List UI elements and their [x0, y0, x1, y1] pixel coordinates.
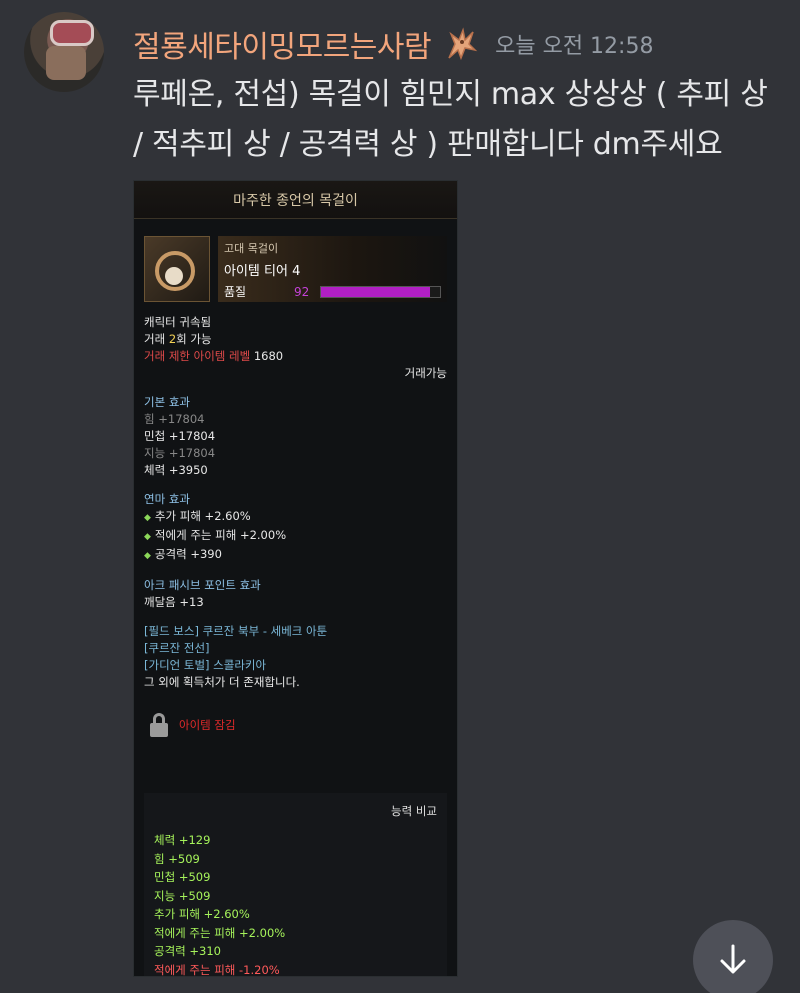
- trade-suffix: 회 가능: [176, 332, 212, 346]
- message-header: 절룡세타이밍모르는사람 오늘 오전 12:58: [133, 22, 653, 66]
- source-line: [쿠르잔 전선]: [144, 641, 210, 655]
- item-type: 고대 목걸이: [224, 242, 279, 255]
- message-text: 루페온, 전섭) 목걸이 힘민지 max 상상상 ( 추피 상 / 적추피 상 …: [133, 77, 768, 162]
- quality-value: 92: [294, 284, 310, 299]
- scroll-to-bottom-button[interactable]: [693, 920, 773, 993]
- lock-icon: [149, 713, 169, 737]
- avatar-hat: [50, 20, 94, 46]
- stat-compare-panel: 능력 비교 체력 +129 힘 +509 민첩 +509 지능 +509 추가 …: [144, 793, 447, 977]
- avatar-face: [46, 46, 86, 80]
- compare-line: 공격력 +310: [154, 944, 221, 958]
- enchant-effect-title: 연마 효과: [144, 492, 190, 506]
- tradeable-label: 거래가능: [404, 366, 447, 380]
- compare-line: 추가 피해 +2.60%: [154, 907, 250, 921]
- source-line: [가디언 토벌] 스콜라키아: [144, 658, 267, 672]
- message-timestamp: 오늘 오전 12:58: [495, 34, 654, 59]
- base-effect-title: 기본 효과: [144, 395, 190, 409]
- stat-line: 지능 +17804: [144, 446, 216, 460]
- compare-line: 지능 +509: [154, 888, 211, 903]
- item-tier: 아이템 티어 4: [224, 264, 301, 279]
- enchant-text: 적에게 주는 피해 +2.00%: [154, 528, 287, 542]
- quality-label: 품질: [224, 285, 247, 299]
- source-line: [필드 보스] 쿠르잔 북부 - 세베크 아툰: [144, 624, 328, 638]
- compare-line: 힘 +509: [154, 851, 200, 866]
- item-locked-label: 아이템 잠김: [179, 718, 236, 732]
- enchant-line: ◆ 공격력 +390: [144, 546, 447, 565]
- user-avatar[interactable]: [24, 12, 104, 92]
- trade-limit: 거래 제한 아이템 레벨 1680: [144, 348, 447, 365]
- lock-row: 아이템 잠김: [144, 713, 447, 737]
- arrow-down-icon: [720, 944, 746, 974]
- stat-line: 힘 +17804: [144, 412, 205, 426]
- bound-status: 캐릭터 귀속됨: [144, 315, 212, 329]
- stat-line: 민첩 +17804: [144, 429, 216, 443]
- ark-passive-title: 아크 패시브 포인트 효과: [144, 578, 261, 592]
- ark-passive-value: 깨달음 +13: [144, 595, 204, 609]
- source-more: 그 외에 획득처가 더 존재합니다.: [144, 675, 300, 689]
- quality-bar: [320, 285, 441, 298]
- username[interactable]: 절룡세타이밍모르는사람: [133, 22, 432, 66]
- trade-limit-label: 거래 제한 아이템 레벨: [144, 349, 251, 363]
- item-tooltip-image[interactable]: 마주한 종언의 목걸이 고대 목걸이 아이템 티어 4 품질 92 캐릭터 귀속…: [133, 180, 458, 977]
- compare-line: 적에게 주는 피해 +2.00%: [154, 925, 286, 940]
- trade-count: 거래 2회 가능: [144, 331, 447, 348]
- enchant-text: 추가 피해 +2.60%: [154, 509, 251, 523]
- trade-prefix: 거래: [144, 332, 169, 346]
- trade-limit-value: 1680: [250, 349, 284, 363]
- bullet-icon: ◆: [144, 513, 151, 523]
- necklace-icon: [144, 236, 210, 302]
- dragon-role-icon[interactable]: [441, 24, 481, 64]
- compare-line-negative: 적에게 주는 피해 -1.20%: [154, 962, 280, 977]
- quality-bar-fill: [321, 286, 431, 297]
- compare-line: 민첩 +509: [154, 870, 211, 884]
- compare-line: 체력 +129: [154, 833, 211, 847]
- item-header: 고대 목걸이 아이템 티어 4 품질 92: [144, 236, 447, 302]
- enchant-line: ◆ 추가 피해 +2.60%: [144, 508, 447, 527]
- bullet-icon: ◆: [144, 551, 151, 561]
- item-name: 마주한 종언의 목걸이: [134, 181, 457, 219]
- necklace-gem: [165, 267, 183, 285]
- stat-line: 체력 +3950: [144, 463, 208, 477]
- item-info: 고대 목걸이 아이템 티어 4 품질 92: [218, 236, 447, 302]
- compare-title: 능력 비교: [391, 804, 437, 818]
- quality-row: 품질 92: [224, 283, 441, 300]
- enchant-line: ◆ 적에게 주는 피해 +2.00%: [144, 527, 447, 546]
- enchant-text: 공격력 +390: [154, 547, 222, 561]
- bullet-icon: ◆: [144, 532, 151, 542]
